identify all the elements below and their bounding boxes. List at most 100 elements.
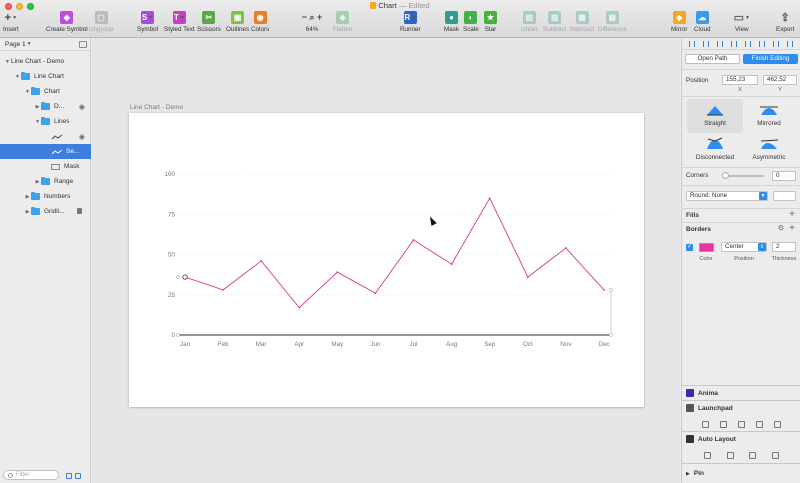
toolbar-outlines-button[interactable]: ▣ Outlines — [226, 11, 249, 33]
toolbar-insert-button[interactable]: + ▼ Insert — [3, 11, 19, 34]
data-point[interactable] — [603, 289, 605, 291]
toolbar-union-button[interactable]: ▧ Union — [521, 11, 537, 33]
toolbar-subtract-button[interactable]: ▨ Subtract — [543, 11, 566, 33]
point-type-mirrored[interactable]: Mirrored — [741, 99, 797, 133]
toolbar-flatten-button[interactable]: ◆ Flatten — [333, 11, 352, 33]
pin-panel-header[interactable]: ▶ Pin — [682, 463, 800, 483]
lock-icon[interactable] — [77, 208, 82, 214]
data-point[interactable] — [298, 306, 301, 309]
align-bottom-icon[interactable] — [773, 40, 779, 47]
border-enabled-checkbox[interactable]: ✓ — [686, 244, 693, 251]
corners-slider-handle[interactable] — [722, 172, 729, 179]
toolbar-export-button[interactable]: ⇪ Export — [776, 11, 794, 33]
toolbar-mirror-button[interactable]: ◆ Mirror — [671, 11, 687, 33]
align-right-icon[interactable] — [717, 40, 723, 47]
layer-row[interactable]: ▶ Range — [0, 174, 91, 189]
toolbar-symbol-button[interactable]: S ▼ Symbol — [137, 11, 158, 33]
layer-row[interactable]: ▶ Numbers — [0, 189, 91, 204]
range-start-handle[interactable] — [176, 275, 180, 279]
corners-field[interactable]: 0 — [772, 171, 796, 181]
toolbar-64zoom-button[interactable]: − ⌕ + 64% — [297, 11, 327, 33]
layer-row[interactable]: Se... — [0, 144, 91, 159]
phone-icon[interactable] — [772, 451, 780, 459]
distribute-vertical-icon[interactable] — [787, 40, 793, 47]
cube-icon[interactable] — [719, 420, 727, 428]
round-select[interactable]: Round: None ▼ — [686, 191, 768, 201]
toolbar-runner-button[interactable]: R ▼ Runner — [400, 11, 421, 33]
document-title[interactable]: Chart — Edited — [0, 1, 800, 10]
add-fill-icon[interactable]: + — [789, 210, 795, 220]
more-icon[interactable] — [737, 420, 745, 428]
toolbar-cloud-button[interactable]: ☁ Cloud — [694, 11, 710, 33]
frame-button[interactable] — [773, 191, 796, 201]
data-point[interactable] — [222, 289, 224, 291]
border-thickness-field[interactable]: 2 — [772, 242, 796, 252]
layer-row[interactable]: ◉ — [0, 129, 91, 144]
toolbar-colors-button[interactable]: ◉ Colors — [251, 11, 269, 33]
page-selector[interactable]: Page 1 ▼ — [0, 38, 90, 51]
toolbar-scale-button[interactable]: ◐ Scale — [463, 11, 479, 33]
toolbar-intersect-button[interactable]: ▩ Intersect — [570, 11, 594, 33]
disclosure-closed-icon[interactable]: ▶ — [34, 179, 41, 185]
point-type-straight[interactable]: Straight — [687, 99, 743, 133]
point-type-disconnected[interactable]: Disconnected — [687, 133, 743, 167]
toolbar-difference-button[interactable]: ▦ Difference — [598, 11, 627, 33]
filter-input[interactable]: Filter — [3, 470, 59, 480]
eye-icon[interactable]: ◉ — [79, 103, 85, 111]
open-path-button[interactable]: Open Path — [685, 54, 740, 64]
rocket-icon[interactable] — [774, 420, 782, 428]
axis-end-handle[interactable] — [609, 333, 613, 337]
stack-icon[interactable] — [703, 451, 711, 459]
layer-row[interactable]: ▶ Gridli... — [0, 204, 91, 219]
data-point[interactable] — [488, 197, 491, 200]
data-point[interactable] — [565, 247, 567, 249]
layer-filter-icon[interactable] — [66, 473, 72, 479]
disclosure-open-icon[interactable]: ▼ — [34, 119, 41, 125]
layout-icon[interactable] — [756, 420, 764, 428]
disclosure-open-icon[interactable]: ▼ — [14, 74, 21, 80]
position-x-field[interactable]: 155,23 — [722, 75, 758, 85]
corners-slider[interactable] — [723, 175, 764, 177]
eye-icon[interactable]: ◉ — [79, 133, 85, 141]
finish-editing-button[interactable]: Finish Editing — [743, 54, 798, 64]
layer-row[interactable]: ▼ Line Chart — [0, 69, 91, 84]
align-top-icon[interactable] — [745, 40, 751, 47]
disclosure-open-icon[interactable]: ▼ — [4, 59, 11, 65]
point-type-asymmetric[interactable]: Asymmetric — [741, 133, 797, 167]
toolbar-ungroup-button[interactable]: ▢ Ungroup — [89, 11, 113, 33]
toolbar-star-button[interactable]: ★ Star — [484, 11, 497, 33]
layer-row[interactable]: Mask — [0, 159, 91, 174]
desktop-icon[interactable] — [749, 451, 757, 459]
tablet-icon[interactable] — [726, 451, 734, 459]
toolbar-view-button[interactable]: ▭ ▼ View — [734, 11, 750, 33]
layer-row[interactable]: ▼ Line Chart - Demo — [0, 54, 91, 69]
data-point[interactable] — [450, 263, 453, 266]
layer-row[interactable]: ▶ D... ◉ — [0, 99, 91, 114]
align-center-icon[interactable] — [703, 40, 709, 47]
data-point[interactable] — [374, 292, 377, 295]
add-page-icon[interactable] — [79, 41, 87, 48]
canvas[interactable]: Line Chart - Demo 0 25 50 75 100 Jan Feb Mar Apr… — [92, 38, 680, 483]
disclosure-open-icon[interactable]: ▼ — [24, 89, 31, 95]
line-chart[interactable]: 0 25 50 75 100 Jan Feb Mar Apr May Jun Jul Aug Sep Oct… — [129, 113, 644, 407]
distribute-horizontal-icon[interactable] — [731, 40, 737, 47]
launchpad-tool-icon[interactable] — [701, 420, 709, 428]
gear-icon[interactable]: ⚙ — [778, 225, 784, 233]
data-point[interactable] — [336, 271, 339, 274]
selected-point-handle[interactable] — [182, 274, 188, 280]
toolbar-scissors-button[interactable]: ✂ Scissors — [197, 11, 221, 33]
auto-layout-panel-header[interactable]: Auto Layout — [682, 431, 800, 446]
toolbar-styled-text-button[interactable]: T ▼ Styled Text — [164, 11, 195, 33]
position-y-field[interactable]: 462,52 — [763, 75, 797, 85]
data-point[interactable] — [260, 260, 263, 262]
launchpad-panel-header[interactable]: Launchpad — [682, 400, 800, 415]
align-left-icon[interactable] — [689, 40, 695, 47]
range-end-handle[interactable] — [609, 288, 613, 292]
toolbar-mask-button[interactable]: ● Mask — [444, 11, 459, 33]
border-position-select[interactable]: Center ⇕ — [721, 242, 767, 252]
layer-row[interactable]: ▼ Lines — [0, 114, 91, 129]
disclosure-closed-icon[interactable]: ▶ — [24, 194, 31, 200]
align-middle-icon[interactable] — [759, 40, 765, 47]
layer-row[interactable]: ▼ Chart — [0, 84, 91, 99]
toolbar-create-symbol-button[interactable]: ◈ Create Symbol — [46, 11, 88, 33]
